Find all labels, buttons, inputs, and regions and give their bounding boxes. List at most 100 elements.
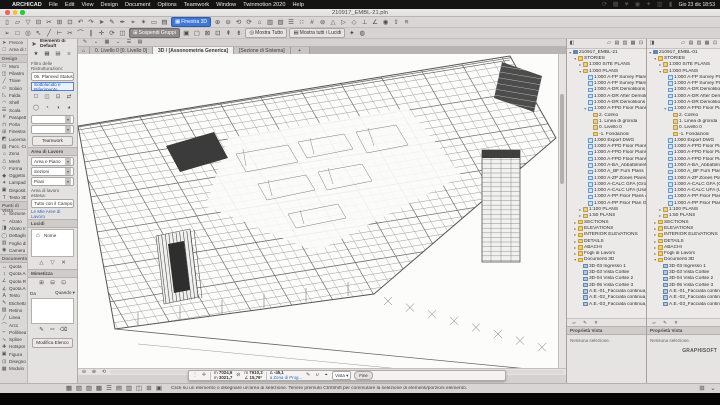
view-properties-header[interactable]: Proprietà Vista [647,326,720,335]
tool-foglio-di-l-[interactable]: ▥Foglio di L. [0,239,27,246]
mimic-tool-3-icon[interactable]: ⊡ [60,279,68,288]
my-workspaces-link[interactable]: Le Mie Aree di Lavoro [28,209,77,219]
edit-eraser-icon[interactable]: ⌫ [60,326,68,335]
workspace-dropdown-2[interactable]: Sezioni ▾ [31,167,74,176]
view-map-icon[interactable]: ▥ [696,39,702,48]
new-folder-icon[interactable]: ▱ [570,318,578,327]
dots-icon[interactable]: ∷ [298,18,306,27]
layer-item[interactable]: Nome [44,233,56,238]
tree-item[interactable]: ▸ INTERIOR ELEVATIONS [647,232,720,238]
tool-modulo[interactable]: ▦ Modulo [0,365,27,372]
link-icon[interactable]: ✦ [348,29,356,38]
tool-figura[interactable]: ▣ Figura [0,351,27,358]
trace-reference-row[interactable]: Sottolucido e Riferimento [31,82,74,92]
menu-options[interactable]: Options [157,2,176,8]
mimic-section-header[interactable]: Mimetizza [28,269,77,278]
tool-frecce[interactable]: ➤ Frecce [0,39,27,46]
3d-viewport-canvas[interactable] [78,54,559,369]
new-file-icon[interactable]: ▯ [3,18,11,27]
tool-forma[interactable]: ◇ Forma [0,165,27,172]
handoff-icon[interactable]: ♥ [623,0,631,9]
settings-dialog-icon[interactable]: ▦ [43,50,51,59]
more-options-icon[interactable]: ≡ [65,50,73,59]
menu-twinmotion-2020[interactable]: Twinmotion 2020 [243,2,285,8]
menu-document[interactable]: Document [125,2,151,8]
toolbox-section-documento[interactable]: Documento [0,254,27,264]
tool-parapetto[interactable]: #Parapetto [0,114,27,121]
trace-option-dropdown-1[interactable]: ▾ [31,115,74,124]
view-tab[interactable]: [Sezione di Sistema] [234,47,291,54]
workspace-dropdown-3[interactable]: Piani ▾ [31,177,74,186]
send-back-icon[interactable]: ⇟ [235,29,243,38]
save-icon[interactable]: ▽ [24,18,32,27]
pen-icon[interactable]: ✒ [119,18,127,27]
section-icon[interactable]: ⊥ [361,18,369,27]
view-tab[interactable]: 0. Livello 0 [0. Livello 0] [90,47,154,54]
publisher-icon[interactable]: ⊡ [712,39,718,48]
project-map-icon[interactable]: ▤ [614,39,620,48]
tool-oggetto[interactable]: ◆ Oggetto [0,172,27,179]
menu-bar-clock[interactable]: Gio 23 dic 18:53 [679,2,715,8]
mini-plus-icon[interactable]: ⊞ [145,384,153,393]
tool-falda[interactable]: ◺ Falda [0,92,27,99]
camera-icon[interactable]: ◉ [382,18,390,27]
tree-item[interactable]: A.E.-01_Facciata continua_soluzio [567,288,646,294]
redo-icon[interactable]: ↷ [87,18,95,27]
tool-area-di-sel-[interactable]: □Area di Sel. [0,46,27,53]
tree-item[interactable]: A.E.-01_Facciata continua_soluzio [647,288,720,294]
tool-finestra[interactable]: ⊞ Finestra [0,128,27,135]
menu-file[interactable]: File [49,2,58,8]
inject-icon[interactable]: ✶ [140,18,148,27]
select-icon[interactable]: ➢ [3,29,11,38]
sync-icon[interactable]: ⟳ [601,0,609,9]
workspace-section-header[interactable]: Area di Lavoro [28,147,77,156]
tool-etichetta[interactable]: ✎ Etichetta [0,300,27,307]
home-icon[interactable]: ⌂ [256,18,264,27]
bring-front-icon[interactable]: ⇞ [224,29,232,38]
tree-item[interactable]: A.E.-03_Facciata continua_soluzio [567,301,646,307]
tool-quota-alt-[interactable]: ↕Quota Alt. [0,270,27,277]
checkbox-icon[interactable]: ☐ [32,93,40,102]
layout-book-icon[interactable]: ▦ [704,39,710,48]
tool-sezione[interactable]: ⊥ Sezione [0,210,27,217]
lock-icon[interactable]: ⊠ [203,29,211,38]
layer-combo-icon[interactable]: ▤ [54,50,62,59]
layer-delete-icon[interactable]: ✕ [60,259,68,268]
round-tool-3-icon[interactable]: ◑ [54,104,62,113]
tool-disegno[interactable]: ⊡ Disegno [0,358,27,365]
arrow-mode-icon[interactable]: ↖ [35,29,43,38]
tree-item[interactable]: ▸ 1:000 SITE PLANS [647,62,720,68]
tool-quota[interactable]: ↔ Quota [0,263,27,270]
tool-alzato[interactable]: ⌐ Alzato [0,218,27,225]
tool-hotspot[interactable]: ✚ Hotspot [0,343,27,350]
element-icon[interactable]: ▭ [150,18,158,27]
tracker-field[interactable]: Vista ▾ [332,371,352,380]
tool-testo-3d[interactable]: T Testo 3D [0,194,27,201]
edit-pen-1-icon[interactable]: ✎ [38,326,46,335]
story-down-icon[interactable]: ⊖ [224,18,232,27]
view-properties-header[interactable]: Proprietà Vista [567,326,646,335]
origin-icon[interactable]: ⊘ [235,371,241,380]
toolbox-section-punti-di-vista[interactable]: Punti di Vista [0,201,27,213]
marquee-icon[interactable]: □ [14,29,22,38]
show-all-button[interactable]: ◎ Mostra Tutto [245,28,287,38]
options-icon[interactable]: ≡ [403,18,411,27]
layout-book-icon[interactable]: ▦ [630,39,636,48]
tree-item[interactable]: 3D-03 Vista Cortile [647,269,720,275]
extended-workspace-dropdown[interactable]: Tutto con il Campo di...▾ [31,199,74,208]
tool-zona[interactable]: ⌂ Zona [0,150,27,157]
tree-item[interactable]: 3D-04 Vista Cortile 2 [647,276,720,282]
settings-icon[interactable]: ✎ [581,318,589,327]
search-icon[interactable]: ◍ [358,29,366,38]
list-icon[interactable]: ☰ [287,18,295,27]
layer-up-icon[interactable]: △ [38,259,46,268]
project-map-icon[interactable]: ▤ [688,39,694,48]
tool-retino[interactable]: ▨ Retino [0,307,27,314]
renovation-filter-dropdown[interactable]: 05. Planned Status▾ [31,72,74,81]
rotate-right-icon[interactable]: ⟳ [245,18,253,27]
round-tool-4-icon[interactable]: ◕ [65,104,73,113]
tool-trave[interactable]: ╱ Trave [0,77,27,84]
edit-list-button[interactable]: Modifica Elenco [32,337,73,348]
publisher-icon[interactable]: ⊡ [638,39,644,48]
fit-view-icon[interactable]: ⟲ [100,368,108,377]
